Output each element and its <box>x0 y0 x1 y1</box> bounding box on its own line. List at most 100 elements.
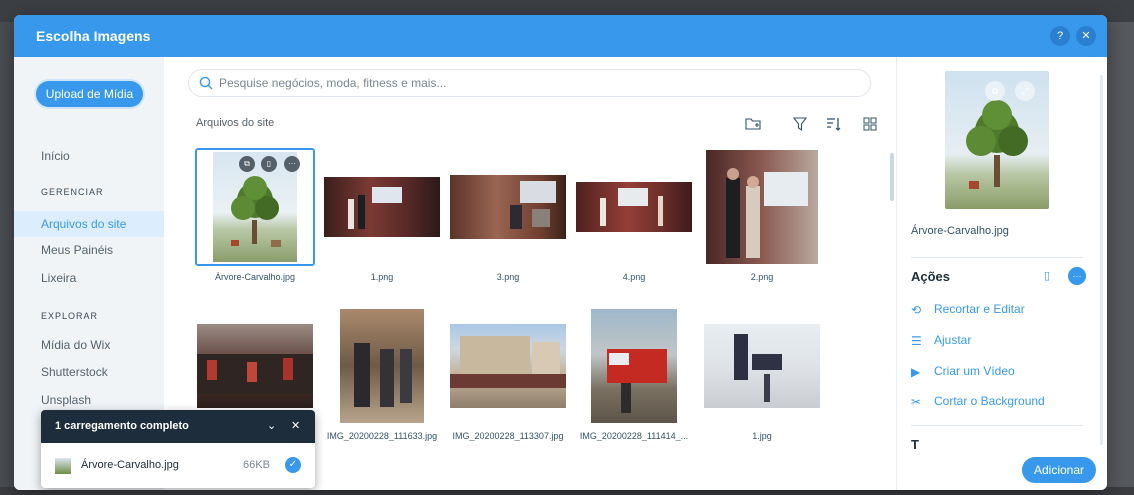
media-item-name: IMG_20200228_111633.jpg <box>326 431 438 441</box>
grid-view-icon <box>863 117 877 131</box>
details-scrollbar[interactable] <box>1100 75 1103 445</box>
crop-icon: ⧉ <box>244 159 250 168</box>
question-icon: ? <box>1056 30 1064 42</box>
bookmark-icon: ▯ <box>266 159 272 168</box>
classroom-photo <box>324 177 440 237</box>
toast-file-size: 66KB <box>243 459 270 471</box>
divider <box>911 257 1083 258</box>
building-photo <box>450 324 566 408</box>
toast-title: 1 carregamento completo <box>55 420 189 432</box>
next-section-heading: T <box>911 437 919 452</box>
remove-background-action[interactable]: ✂ Cortar o Background <box>911 391 1045 411</box>
video-icon: ▶ <box>911 364 921 379</box>
media-thumbnail[interactable] <box>448 148 568 266</box>
media-item-name: 2.png <box>750 272 774 282</box>
fire-truck-photo <box>591 309 677 423</box>
help-button[interactable]: ? <box>1050 26 1070 46</box>
rescue-photo <box>704 324 820 408</box>
adjust-action[interactable]: ☰ Ajustar <box>911 330 971 350</box>
grid-view-button[interactable] <box>861 115 879 133</box>
more-icon: ··· <box>288 159 296 168</box>
expand-icon: ⤢ <box>1021 86 1029 96</box>
selected-file-name: Árvore-Carvalho.jpg <box>911 225 1009 237</box>
filter-button[interactable] <box>791 115 809 133</box>
media-thumbnail[interactable] <box>574 148 694 266</box>
dialog-header: Escolha Imagens ? ✕ <box>14 15 1107 57</box>
check-icon: ✓ <box>285 457 301 473</box>
media-thumbnail-selected[interactable]: ⧉ ▯ ··· <box>195 148 315 266</box>
media-thumbnail[interactable] <box>702 148 822 266</box>
background-editor-left <box>0 22 14 495</box>
sidebar-item-shutterstock[interactable]: Shutterstock <box>14 359 164 385</box>
bookmark-icon[interactable]: ▯ <box>1044 269 1050 282</box>
adjust-icon: ☰ <box>911 333 922 348</box>
close-icon: ✕ <box>1081 30 1091 42</box>
new-folder-icon <box>745 118 761 130</box>
group-photo <box>197 324 313 408</box>
close-button[interactable]: ✕ <box>1076 26 1096 46</box>
crop-edit-action[interactable]: ⟲ Recortar e Editar <box>911 299 1025 319</box>
media-item-name: 1.jpg <box>752 431 772 441</box>
filter-icon <box>792 117 808 132</box>
upload-media-button[interactable]: Upload de Mídia <box>36 81 143 107</box>
chevron-down-icon[interactable]: ⌄ <box>267 419 276 432</box>
media-item[interactable]: 1.jpg <box>702 307 822 447</box>
sidebar-item-site-files[interactable]: Arquivos do site <box>14 211 164 237</box>
preview-crop-button[interactable]: ⧉ <box>985 81 1005 101</box>
media-thumbnail[interactable] <box>448 307 568 425</box>
preview-image: ⧉ ⤢ <box>945 71 1049 209</box>
search-box <box>188 69 871 97</box>
actions-heading: Ações <box>911 269 951 284</box>
sidebar-item-trash[interactable]: Lixeira <box>14 265 164 291</box>
create-video-action[interactable]: ▶ Criar um Vídeo <box>911 361 1015 381</box>
action-label: Recortar e Editar <box>934 302 1025 316</box>
upload-toast: 1 carregamento completo ⌄ ✕ Árvore-Carva… <box>41 410 315 488</box>
add-button[interactable]: Adicionar <box>1022 457 1096 483</box>
more-button[interactable]: ··· <box>284 156 300 172</box>
sidebar-item-my-boards[interactable]: Meus Painéis <box>14 237 164 263</box>
firefighters-photo <box>340 309 424 423</box>
media-item[interactable]: IMG_20200228_111633.jpg <box>322 307 442 447</box>
gallery-scrollbar[interactable] <box>890 153 894 201</box>
media-item[interactable]: IMG_20200228_111414_... <box>574 307 694 447</box>
media-item-name: Árvore-Carvalho.jpg <box>214 272 296 282</box>
media-thumbnail[interactable] <box>574 307 694 425</box>
media-item[interactable]: ⧉ ▯ ··· Árvore-Carvalho.jpg <box>195 148 315 288</box>
media-thumbnail[interactable] <box>702 307 822 425</box>
media-item-name: 1.png <box>370 272 394 282</box>
media-item[interactable]: 2.png <box>702 148 822 288</box>
sidebar-item-home[interactable]: Início <box>14 143 164 169</box>
action-label: Ajustar <box>934 333 972 347</box>
sort-icon <box>827 118 841 131</box>
expand-button[interactable]: ⤢ <box>1015 81 1035 101</box>
sidebar-item-wix-media[interactable]: Mídia do Wix <box>14 332 164 358</box>
media-thumbnail[interactable] <box>322 148 442 266</box>
media-thumbnail[interactable] <box>322 307 442 425</box>
media-manager-dialog: Escolha Imagens ? ✕ Upload de Mídia Iníc… <box>14 15 1107 490</box>
media-thumbnail[interactable] <box>195 307 315 425</box>
projector-photo <box>576 182 692 232</box>
media-item[interactable]: IMG_20200228_113307.jpg <box>448 307 568 447</box>
toast-file-row: Árvore-Carvalho.jpg 66KB ✓ <box>41 443 315 488</box>
breadcrumb: Arquivos do site <box>196 117 275 129</box>
dialog-title: Escolha Imagens <box>36 28 151 44</box>
section-explore-heading: EXPLORAR <box>41 311 99 321</box>
crop-button[interactable]: ⧉ <box>239 156 255 172</box>
media-item-name: IMG_20200228_111414_... <box>579 431 689 441</box>
media-item-name: 3.png <box>496 272 520 282</box>
media-item-name: 4.png <box>622 272 646 282</box>
bookmark-button[interactable]: ▯ <box>261 156 277 172</box>
section-manage-heading: GERENCIAR <box>41 187 104 197</box>
search-input[interactable] <box>219 76 819 90</box>
media-item[interactable]: 1.png <box>322 148 442 288</box>
toast-header: 1 carregamento completo ⌄ ✕ <box>41 410 315 443</box>
close-icon[interactable]: ✕ <box>291 419 300 432</box>
file-thumbnail <box>55 458 71 474</box>
new-folder-button[interactable] <box>744 115 762 133</box>
media-item[interactable]: 4.png <box>574 148 694 288</box>
presentation-photo <box>450 175 566 239</box>
media-item[interactable]: 3.png <box>448 148 568 288</box>
more-actions-button[interactable]: ··· <box>1068 267 1086 285</box>
speakers-photo <box>706 150 818 264</box>
sort-button[interactable] <box>824 115 842 133</box>
